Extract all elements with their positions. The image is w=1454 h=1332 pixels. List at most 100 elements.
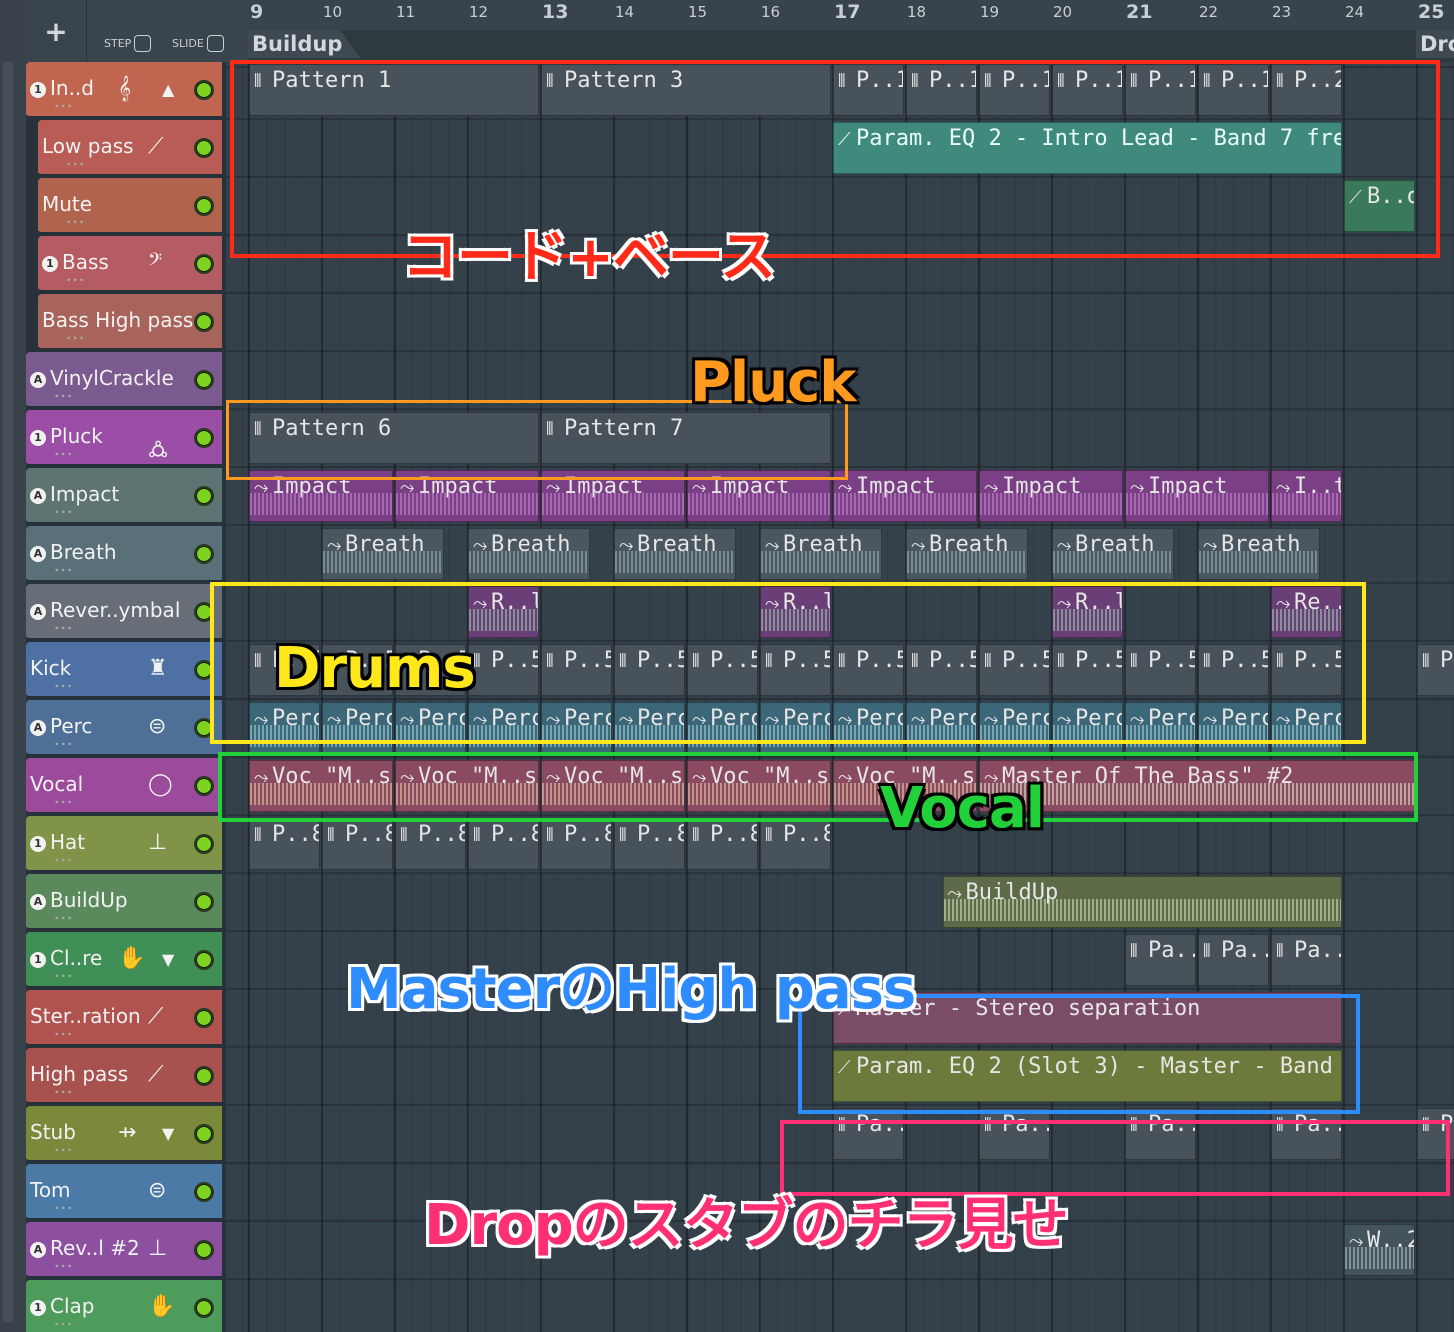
clip-perc[interactable]: ⤳ Perc xyxy=(468,702,539,754)
expand-arrow-icon[interactable]: ▼ xyxy=(162,1124,174,1143)
clip-perc[interactable]: ⤳ Perc xyxy=(541,702,612,754)
clip-perc[interactable]: ⤳ Perc xyxy=(760,702,831,754)
ruler-bar-11[interactable]: 11 xyxy=(396,3,415,21)
clip-pattern-1[interactable]: ⫴ Pattern 1 xyxy=(249,64,539,116)
track-enable-lamp[interactable] xyxy=(194,950,214,970)
clip-hat-pattern[interactable]: ⫴ P..8 xyxy=(614,818,685,870)
ruler-bar-21[interactable]: 21 xyxy=(1126,1,1152,23)
track-grip[interactable]: ∙∙∙ xyxy=(54,856,73,866)
track-header-20[interactable]: A Rev..l #2 ⊥ ∙∙∙ xyxy=(26,1222,222,1278)
clip-impact[interactable]: ⤳ Impact xyxy=(395,470,539,522)
track-header-0[interactable]: 1 In..d 𝄞 ▲ ∙∙∙ xyxy=(26,62,222,118)
ruler-bar-20[interactable]: 20 xyxy=(1053,3,1072,21)
clip-pattern-6[interactable]: ⫴ Pattern 6 xyxy=(249,412,539,464)
track-enable-lamp[interactable] xyxy=(194,718,214,738)
track-grip[interactable]: ∙∙∙ xyxy=(54,1146,73,1156)
track-header-2[interactable]: Mute ∙∙∙ xyxy=(38,178,222,234)
clip-kick-pattern[interactable]: ⫴ P..5 xyxy=(687,644,758,696)
clip-perc[interactable]: ⤳ Perc xyxy=(1052,702,1123,754)
clip-pattern-7[interactable]: ⫴ Pattern 7 xyxy=(541,412,831,464)
track-grip[interactable]: ∙∙∙ xyxy=(66,334,85,344)
track-enable-lamp[interactable] xyxy=(194,312,214,332)
track-grip[interactable]: ∙∙∙ xyxy=(54,1320,73,1330)
clip-impact[interactable]: ⤳ Impact xyxy=(541,470,685,522)
track-header-14[interactable]: A BuildUp ∙∙∙ xyxy=(26,874,222,930)
track-header-19[interactable]: Tom ⊜ ∙∙∙ xyxy=(26,1164,222,1220)
ruler-bar-19[interactable]: 19 xyxy=(980,3,999,21)
clip-clap-pattern[interactable]: ⫴ Pa.. xyxy=(1198,934,1269,986)
track-enable-lamp[interactable] xyxy=(194,80,214,100)
clip-perc[interactable]: ⤳ Perc xyxy=(249,702,320,754)
track-grip[interactable]: ∙∙∙ xyxy=(54,624,73,634)
track-header-6[interactable]: 1 Pluck 🜛 ∙∙∙ xyxy=(26,410,222,466)
track-enable-lamp[interactable] xyxy=(194,196,214,216)
clip-stub-pattern[interactable]: ⫴ Pa.. xyxy=(1125,1108,1196,1160)
track-enable-lamp[interactable] xyxy=(194,428,214,448)
marker-lane[interactable]: Buildup Dro xyxy=(248,30,1454,62)
clip-impact[interactable]: ⤳ Impact xyxy=(249,470,393,522)
slide-toggle[interactable]: SLIDE xyxy=(172,35,224,52)
clip-vocal[interactable]: ⤳Voc "M..ss" xyxy=(687,760,831,812)
clip-stub-pattern-tail[interactable]: ⫴ P xyxy=(1417,1108,1454,1160)
track-header-12[interactable]: Vocal ◯ ∙∙∙ xyxy=(26,758,222,814)
clip-breath[interactable]: ⤳ Breath xyxy=(322,528,445,580)
clip-perc[interactable]: ⤳ Perc xyxy=(687,702,758,754)
clip-automation-bo[interactable]: ⟋ B..o xyxy=(1344,180,1415,232)
track-enable-lamp[interactable] xyxy=(194,254,214,274)
clip-vocal-long[interactable]: ⤳ Master Of The Bass" #2 xyxy=(979,760,1415,812)
clip-pattern-p1[interactable]: ⫴ P..1 xyxy=(1198,64,1269,116)
clip-breath[interactable]: ⤳ Breath xyxy=(614,528,737,580)
clip-kick-pattern[interactable]: ⫴ P..5 xyxy=(979,644,1050,696)
clip-kick-pattern[interactable]: ⫴ P..5 xyxy=(541,644,612,696)
expand-arrow-icon[interactable]: ▼ xyxy=(162,950,174,969)
ruler-bar-12[interactable]: 12 xyxy=(469,3,488,21)
track-header-18[interactable]: Stub ⇸ ▼ ∙∙∙ xyxy=(26,1106,222,1162)
clip-perc[interactable]: ⤳ Perc xyxy=(322,702,393,754)
marker-drop[interactable]: Dro xyxy=(1416,30,1454,58)
clip-kick-pattern[interactable]: ⫴ P..5 xyxy=(614,644,685,696)
track-enable-lamp[interactable] xyxy=(194,1298,214,1318)
clip-perc[interactable]: ⤳ Perc xyxy=(1125,702,1196,754)
clip-automation-eq-intro[interactable]: ⟋ Param. EQ 2 - Intro Lead - Band 7 freq xyxy=(833,122,1342,174)
ruler-bar-15[interactable]: 15 xyxy=(688,3,707,21)
track-enable-lamp[interactable] xyxy=(194,1240,214,1260)
track-enable-lamp[interactable] xyxy=(194,834,214,854)
track-header-4[interactable]: Bass High pass ∙∙∙ xyxy=(38,294,222,350)
ruler-bar-10[interactable]: 10 xyxy=(323,3,342,21)
clip-kick-pattern[interactable]: ⫴ P..5 xyxy=(833,644,904,696)
clip-automation-master-eq[interactable]: ⟋Param. EQ 2 (Slot 3) - Master - Band 1 … xyxy=(833,1050,1342,1102)
clip-kick-pattern[interactable]: ⫴ P..5 xyxy=(1198,644,1269,696)
track-grip[interactable]: ∙∙∙ xyxy=(66,276,85,286)
track-grip[interactable]: ∙∙∙ xyxy=(54,1088,73,1098)
track-enable-lamp[interactable] xyxy=(194,1182,214,1202)
track-header-15[interactable]: 1 Cl..re ✋ ▼ ∙∙∙ xyxy=(26,932,222,988)
track-grip[interactable]: ∙∙∙ xyxy=(54,798,73,808)
clip-pattern-p1[interactable]: ⫴ P..1 xyxy=(1125,64,1196,116)
clip-kick-pattern[interactable]: ⫴ P..5 xyxy=(1271,644,1342,696)
clip-hat-pattern[interactable]: ⫴ P..8 xyxy=(249,818,320,870)
clip-kick-pattern[interactable]: ⫴ P..5 xyxy=(1052,644,1123,696)
clip-kick-pattern[interactable]: ⫴ P..5 xyxy=(468,644,539,696)
clip-perc[interactable]: ⤳ Perc xyxy=(1271,702,1342,754)
track-grip[interactable]: ∙∙∙ xyxy=(54,1030,73,1040)
clip-reverse-cymbal[interactable]: ⤳ R..l xyxy=(1052,586,1123,638)
track-enable-lamp[interactable] xyxy=(194,1066,214,1086)
ruler-bar-14[interactable]: 14 xyxy=(615,3,634,21)
ruler-bar-9[interactable]: 9 xyxy=(250,1,263,23)
clip-hat-pattern[interactable]: ⫴ P..8 xyxy=(468,818,539,870)
clip-hat-pattern[interactable]: ⫴ P..8 xyxy=(395,818,466,870)
clip-perc[interactable]: ⤳ Perc xyxy=(906,702,977,754)
track-enable-lamp[interactable] xyxy=(194,544,214,564)
clip-perc[interactable]: ⤳ Perc xyxy=(1198,702,1269,754)
clip-breath[interactable]: ⤳ Breath xyxy=(1198,528,1321,580)
track-enable-lamp[interactable] xyxy=(194,370,214,390)
clip-kick-pattern-tail[interactable]: ⫴ P xyxy=(1417,644,1454,696)
track-grip[interactable]: ∙∙∙ xyxy=(54,1262,73,1272)
collapse-arrow-icon[interactable]: ▲ xyxy=(162,80,174,99)
track-enable-lamp[interactable] xyxy=(194,776,214,796)
track-header-10[interactable]: Kick ♜ ∙∙∙ xyxy=(26,642,222,698)
step-checkbox[interactable] xyxy=(134,35,152,52)
ruler-bar-25[interactable]: 25 xyxy=(1418,1,1444,23)
track-grip[interactable]: ∙∙∙ xyxy=(54,508,73,518)
clip-impact[interactable]: ⤳ Impact xyxy=(979,470,1123,522)
